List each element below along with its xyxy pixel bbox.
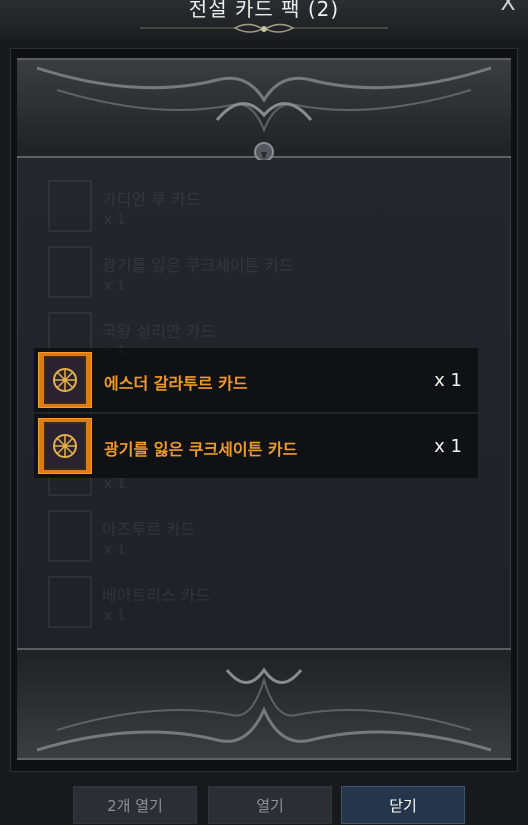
- card-icon: [38, 418, 92, 474]
- button-bar: 2개 열기 열기 닫기: [0, 782, 528, 824]
- close-button[interactable]: 닫기: [341, 786, 465, 824]
- list-item-name: 베아트리스 카드: [102, 586, 211, 605]
- card-icon: [48, 246, 92, 298]
- list-item-count: x 1: [104, 476, 126, 492]
- list-item: 베아트리스 카드 x 1: [36, 574, 476, 640]
- reward-name: 광기를 잃은 쿠크세이튼 카드: [104, 440, 298, 459]
- reward-row: 에스더 갈라투르 카드 x 1: [34, 348, 478, 412]
- card-icon: [48, 510, 92, 562]
- list-item: 광기를 잃은 쿠크세이튼 카드 x 1: [36, 244, 476, 310]
- list-item-count: x 1: [104, 212, 126, 228]
- list-item: 가디언 루 카드 x 1: [36, 178, 476, 244]
- bottom-ornament-plate: [17, 648, 511, 760]
- bottom-ornament-icon: [36, 667, 492, 752]
- title-ornament-icon: [140, 23, 388, 33]
- list-item-count: x 1: [104, 608, 126, 624]
- card-icon: [38, 352, 92, 408]
- open-button[interactable]: 열기: [208, 786, 332, 824]
- card-icon: [48, 576, 92, 628]
- top-ornament-plate: [17, 58, 511, 160]
- close-icon[interactable]: X: [496, 0, 520, 16]
- list-item-count: x 1: [104, 542, 126, 558]
- list-item-name: 아즈투르 카드: [102, 520, 196, 539]
- list-item-name: 광기를 잃은 쿠크세이튼 카드: [102, 256, 294, 275]
- card-icon: [48, 180, 92, 232]
- reward-name: 에스더 갈라투르 카드: [104, 374, 248, 393]
- list-item-name: 가디언 루 카드: [102, 190, 201, 209]
- reward-count: x 1: [434, 436, 462, 457]
- list-item-count: x 1: [104, 278, 126, 294]
- title-bar: 전설 카드 팩 (2) X: [0, 0, 528, 40]
- list-item-name: 국왕 실리안 카드: [102, 322, 216, 341]
- reward-row: 광기를 잃은 쿠크세이튼 카드 x 1: [34, 414, 478, 478]
- list-item: 아즈투르 카드 x 1: [36, 508, 476, 574]
- open-two-button[interactable]: 2개 열기: [73, 786, 197, 824]
- reward-count: x 1: [434, 370, 462, 391]
- top-ornament-icon: [36, 66, 492, 160]
